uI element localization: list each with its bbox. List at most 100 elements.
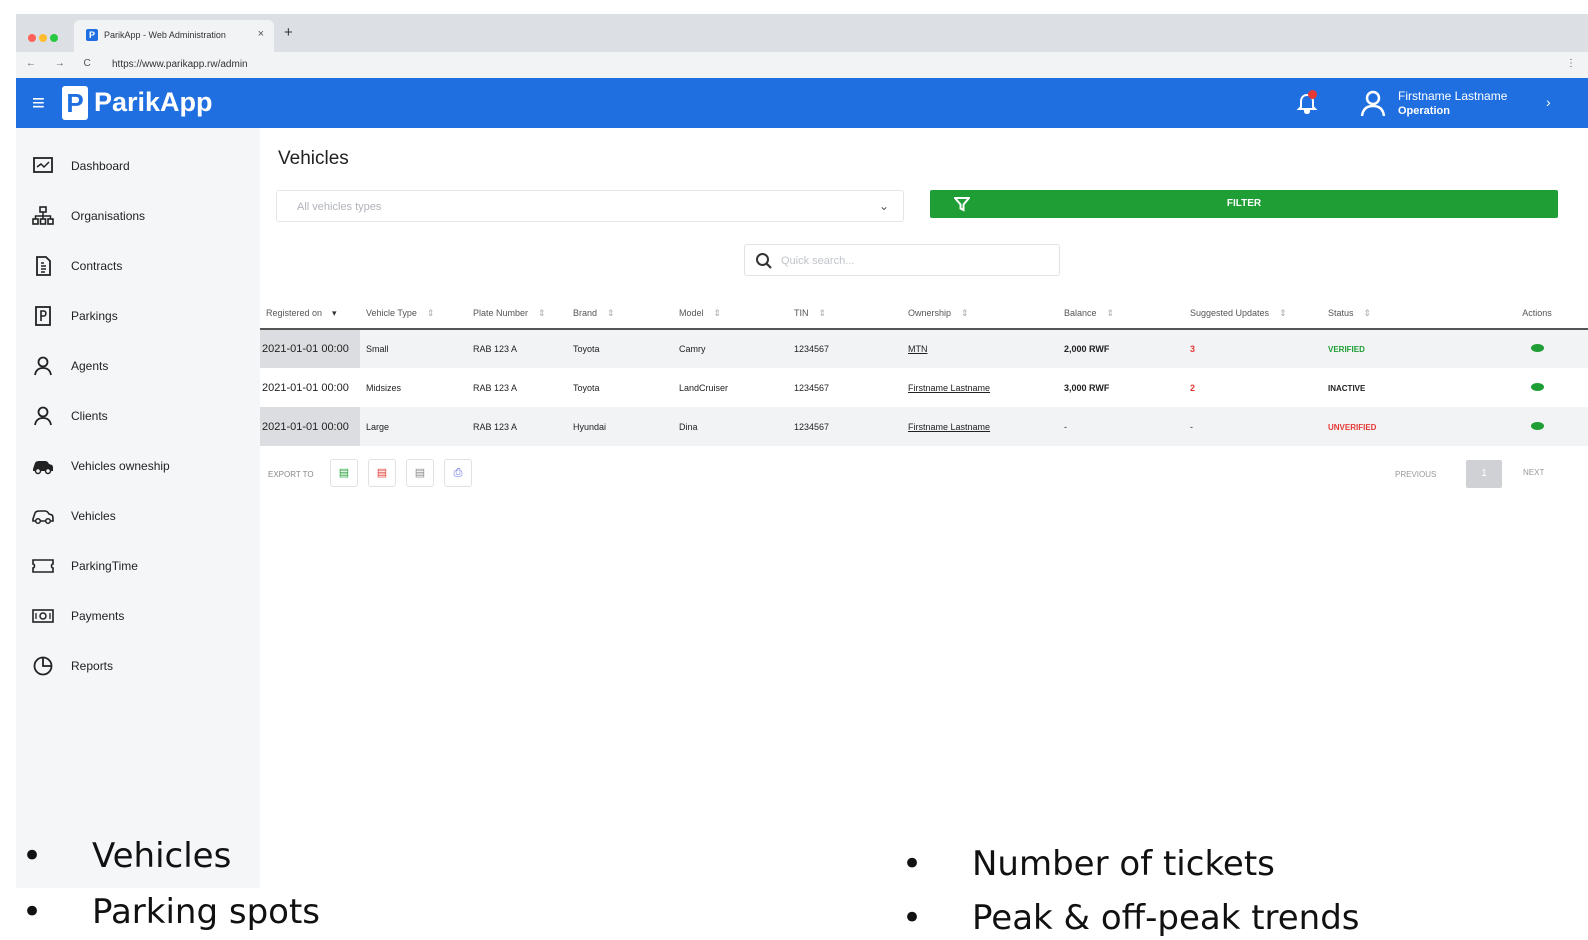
next-page-button[interactable]: NEXT xyxy=(1523,468,1544,477)
view-eye-icon[interactable] xyxy=(1530,382,1544,391)
chevron-down-icon: ⌄ xyxy=(878,199,889,213)
dashboard-icon xyxy=(33,157,53,173)
cell-tin: 1234567 xyxy=(794,344,830,354)
excel-file-icon: ▤ xyxy=(338,467,350,479)
cell-status: UNVERIFIED xyxy=(1322,407,1480,446)
sidebar-item-vehicles-ownership[interactable]: Vehicles owneship xyxy=(16,442,260,490)
view-eye-icon[interactable] xyxy=(1530,421,1544,430)
cell-vehicle-type: Small xyxy=(366,344,389,354)
cell-registered-on: 2021-01-01 00:00 xyxy=(260,329,360,368)
brand-name: ParikApp xyxy=(94,87,213,117)
address-bar: ← → C https://www.parikapp.rw/admin ⋮ xyxy=(16,52,1588,78)
notification-badge xyxy=(1308,90,1317,99)
user-role: Operation xyxy=(1398,105,1450,117)
view-eye-icon[interactable] xyxy=(1530,344,1544,352)
cell-suggested-updates[interactable]: 3 xyxy=(1184,329,1322,368)
filter-button[interactable]: FILTER xyxy=(930,190,1558,218)
table-row[interactable]: 2021-01-01 00:00 Large RAB 123 A Hyundai… xyxy=(260,407,1588,446)
page-title: Vehicles xyxy=(278,148,349,169)
parking-icon xyxy=(35,306,51,326)
cell-suggested-updates: - xyxy=(1190,421,1193,432)
cell-model: LandCruiser xyxy=(679,382,729,393)
col-plate-number[interactable]: Plate Number ⇕ xyxy=(467,298,567,330)
sidebar-item-agents[interactable]: Agents xyxy=(16,342,260,390)
payment-icon xyxy=(32,609,54,623)
sidebar-item-contracts[interactable]: Contracts xyxy=(16,242,260,290)
maximize-window-icon[interactable] xyxy=(50,34,58,42)
col-suggested-updates[interactable]: Suggested Updates ⇕ xyxy=(1184,298,1322,330)
tab-close-icon[interactable]: × xyxy=(258,28,264,40)
sidebar-item-label: Organisations xyxy=(71,209,146,223)
col-balance[interactable]: Balance ⇕ xyxy=(1058,298,1184,330)
sidebar-item-label: Agents xyxy=(71,359,109,373)
print-button[interactable]: ⎙ xyxy=(444,459,472,487)
minimize-window-icon[interactable] xyxy=(39,34,47,42)
sidebar-item-label: Vehicles xyxy=(71,509,116,523)
status-badge: INACTIVE xyxy=(1328,383,1366,393)
col-model[interactable]: Model ⇕ xyxy=(673,298,788,330)
org-chart-icon xyxy=(32,206,54,225)
export-excel-button[interactable]: ▤ xyxy=(330,459,358,487)
sidebar-item-payments[interactable]: Payments xyxy=(16,592,260,640)
sidebar-item-organisations[interactable]: Organisations xyxy=(16,192,260,240)
vehicles-table: Registered on ▾ Vehicle Type ⇕ Plate Numbe… xyxy=(260,298,1588,446)
vehicle-type-select[interactable]: All vehicles types ⌄ xyxy=(276,190,904,222)
export-pdf-button[interactable]: ▤ xyxy=(368,459,396,487)
export-label: EXPORT TO xyxy=(268,470,314,479)
col-tin[interactable]: TIN ⇕ xyxy=(788,298,902,330)
col-brand[interactable]: Brand ⇕ xyxy=(567,298,673,330)
document-icon: ▤ xyxy=(414,467,426,479)
browser-menu-icon[interactable]: ⋮ xyxy=(1566,58,1576,69)
sidebar-item-parkings[interactable]: Parkings xyxy=(16,292,260,340)
sidebar-item-label: Payments xyxy=(71,609,125,623)
ticket-icon xyxy=(32,559,54,573)
cell-suggested-updates[interactable]: 2 xyxy=(1184,368,1322,407)
nav-controls[interactable]: ← → C xyxy=(26,58,99,69)
new-tab-button[interactable]: + xyxy=(284,24,293,41)
logo-icon: P xyxy=(62,86,88,120)
user-icon[interactable] xyxy=(1358,88,1388,123)
cell-tin: 1234567 xyxy=(794,421,830,432)
hamburger-menu-icon[interactable]: ≡ xyxy=(32,90,45,116)
url-field[interactable]: https://www.parikapp.rw/admin xyxy=(112,59,248,70)
sidebar-item-label: Contracts xyxy=(71,259,123,273)
col-actions: Actions xyxy=(1480,298,1588,330)
quick-search-placeholder: Quick search... xyxy=(781,255,855,267)
browser-tab[interactable]: P ParikApp - Web Administration × xyxy=(74,20,274,52)
cell-actions xyxy=(1480,368,1588,407)
cell-ownership-link[interactable]: MTN xyxy=(902,329,1058,368)
cell-ownership-link[interactable]: Firstname Lastname xyxy=(902,407,1058,446)
sidebar: Dashboard Organisations Contracts Parkin… xyxy=(16,128,260,888)
cell-plate-number: RAB 123 A xyxy=(473,382,518,393)
cell-ownership-link[interactable]: Firstname Lastname xyxy=(902,368,1058,407)
favicon-icon: P xyxy=(86,29,98,41)
sidebar-item-vehicles[interactable]: Vehicles xyxy=(16,492,260,540)
quick-search-input[interactable]: Quick search... xyxy=(744,244,1060,276)
sidebar-item-dashboard[interactable]: Dashboard xyxy=(16,142,260,190)
previous-page-button[interactable]: PREVIOUS xyxy=(1395,470,1436,479)
cell-vehicle-type: Midsizes xyxy=(366,382,402,393)
table-row[interactable]: 2021-01-01 00:00 Small RAB 123 A Toyota … xyxy=(260,329,1588,368)
cell-status: VERIFIED xyxy=(1322,329,1480,368)
sidebar-item-reports[interactable]: Reports xyxy=(16,642,260,690)
chevron-right-icon[interactable]: › xyxy=(1546,94,1551,110)
status-badge: UNVERIFIED xyxy=(1328,422,1377,432)
sidebar-item-parkingtime[interactable]: ParkingTime xyxy=(16,542,260,590)
cell-balance: 3,000 RWF xyxy=(1064,382,1110,393)
cell-registered-on: 2021-01-01 00:00 xyxy=(260,368,360,407)
table-row[interactable]: 2021-01-01 00:00 Midsizes RAB 123 A Toyo… xyxy=(260,368,1588,407)
sidebar-item-clients[interactable]: Clients xyxy=(16,392,260,440)
table-header-row: Registered on ▾ Vehicle Type ⇕ Plate Numbe… xyxy=(260,298,1588,330)
col-status[interactable]: Status ⇕ xyxy=(1322,298,1480,330)
col-ownership[interactable]: Ownership ⇕ xyxy=(902,298,1058,330)
user-name[interactable]: Firstname Lastname xyxy=(1398,89,1507,103)
export-csv-button[interactable]: ▤ xyxy=(406,459,434,487)
close-window-icon[interactable] xyxy=(28,34,36,42)
col-vehicle-type[interactable]: Vehicle Type ⇕ xyxy=(360,298,467,330)
col-registered-on[interactable]: Registered on ▾ xyxy=(260,298,360,330)
sidebar-item-label: Clients xyxy=(71,409,108,423)
cell-status: INACTIVE xyxy=(1322,368,1480,407)
cell-registered-on: 2021-01-01 00:00 xyxy=(260,407,360,446)
printer-icon: ⎙ xyxy=(453,467,463,479)
page-number-button[interactable]: 1 xyxy=(1466,460,1502,488)
